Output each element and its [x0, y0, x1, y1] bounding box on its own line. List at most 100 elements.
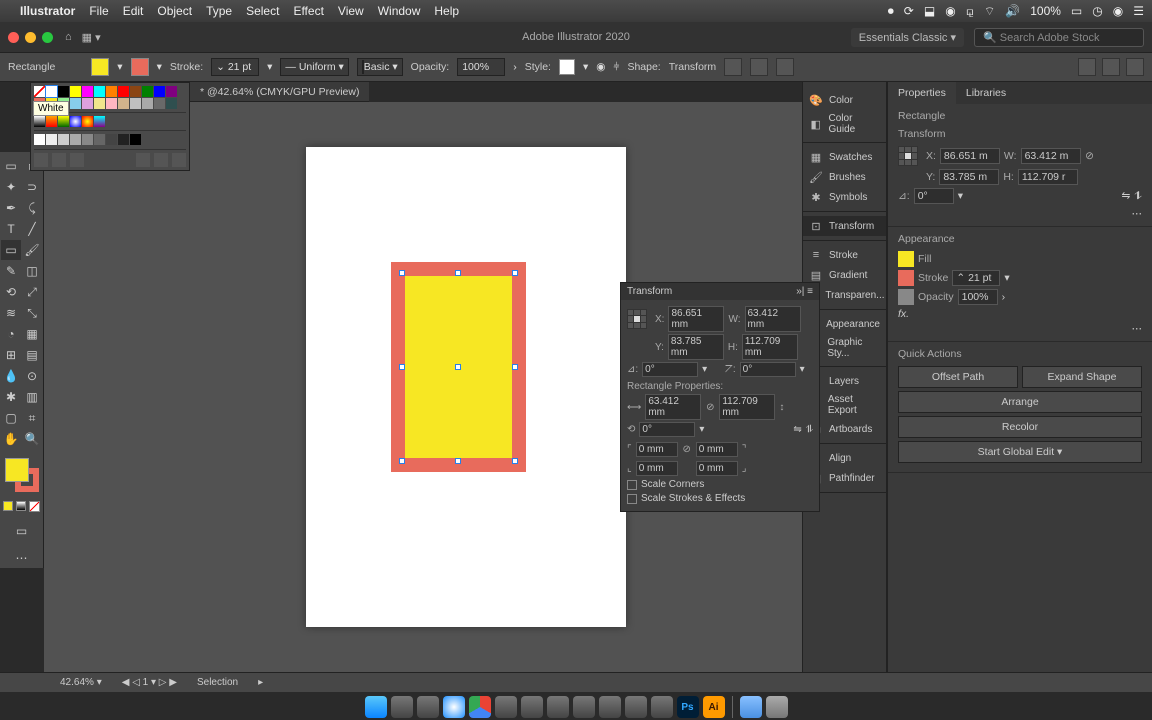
wifi-icon[interactable]: ⌔ [984, 4, 995, 19]
props-h-field[interactable]: 112.709 r [1018, 169, 1078, 185]
angle-field[interactable]: 0° [642, 362, 698, 377]
gradient-mode-icon[interactable] [16, 501, 26, 511]
prefs-icon[interactable] [1102, 58, 1120, 76]
dock-prefs-icon[interactable] [651, 696, 673, 718]
shape-builder-tool[interactable]: ◔ [1, 324, 21, 344]
props-opacity-field[interactable]: 100% [958, 289, 998, 305]
y-field[interactable]: 83.785 mm [668, 334, 724, 360]
menu-edit[interactable]: Edit [123, 4, 144, 18]
dock-brushes[interactable]: 🖌Brushes [803, 167, 886, 187]
camera-icon[interactable]: ⏺ [888, 4, 894, 19]
dock-app-icon[interactable] [625, 696, 647, 718]
dock-chrome-icon[interactable] [469, 696, 491, 718]
volume-icon[interactable]: 🔊 [1005, 4, 1020, 18]
selection-tool[interactable]: ▭ [1, 156, 21, 176]
shape-btn-label[interactable]: Shape: [627, 61, 660, 73]
swatch[interactable] [154, 86, 165, 97]
isolate-icon[interactable] [724, 58, 742, 76]
eyedropper-tool[interactable]: 💧 [1, 366, 21, 386]
swatch-group-icon[interactable] [136, 153, 150, 167]
swatch[interactable] [106, 86, 117, 97]
swatch-gradient[interactable] [94, 116, 105, 127]
workspace-dropdown[interactable]: Essentials Classic ▾ [851, 28, 964, 47]
menu-select[interactable]: Select [246, 4, 279, 18]
mesh-tool[interactable]: ⊞ [1, 345, 21, 365]
document-tab[interactable]: * @ 42.64% (CMYK/GPU Preview) [190, 82, 369, 102]
menu-effect[interactable]: Effect [293, 4, 323, 18]
scale-strokes-checkbox[interactable]: Scale Strokes & Effects [627, 493, 813, 504]
none-mode-icon[interactable] [29, 501, 40, 512]
swatch[interactable] [70, 98, 81, 109]
transform-panel-header[interactable]: Transform »| ≡ [621, 283, 819, 300]
swatch[interactable] [166, 98, 177, 109]
free-transform-tool[interactable]: ⤡ [22, 303, 42, 323]
swatch[interactable] [118, 134, 129, 145]
app-name[interactable]: Illustrator [20, 4, 75, 18]
pen-tool[interactable]: ✒ [1, 198, 21, 218]
type-tool[interactable]: T [1, 219, 21, 239]
curvature-tool[interactable]: ⤹ [22, 198, 42, 218]
crop-icon[interactable] [750, 58, 768, 76]
swatch[interactable] [118, 98, 129, 109]
flip-v-icon[interactable]: ⥮ [806, 424, 813, 435]
hand-tool[interactable]: ✋ [1, 429, 21, 449]
battery-icon[interactable]: ▭ [1071, 4, 1082, 18]
menu-file[interactable]: File [89, 4, 108, 18]
swatch-save-icon[interactable] [52, 153, 66, 167]
home-icon[interactable]: ⌂ [65, 31, 72, 43]
w-field[interactable]: 63.412 mm [745, 306, 801, 332]
swatch[interactable] [94, 98, 105, 109]
eraser-tool[interactable]: ◫ [22, 261, 42, 281]
swatch[interactable] [130, 98, 141, 109]
symbol-spray-tool[interactable]: ✱ [1, 387, 21, 407]
stroke-weight-field[interactable]: ⌄ 21 pt [211, 58, 259, 76]
maximize-icon[interactable] [42, 32, 53, 43]
swatch[interactable] [46, 134, 57, 145]
layout-icon[interactable]: ▦ ▾ [82, 31, 101, 44]
dock-app-icon[interactable] [391, 696, 413, 718]
dock-trash-icon[interactable] [766, 696, 788, 718]
swatch[interactable] [94, 86, 105, 97]
props-flip-h-icon[interactable]: ⇋ [1122, 190, 1131, 202]
qa-arrange[interactable]: Arrange [898, 391, 1142, 413]
bluetooth-icon[interactable]: ⚼ [966, 4, 974, 19]
x-field[interactable]: 86.651 mm [668, 306, 724, 332]
swatch[interactable] [82, 86, 93, 97]
swatch[interactable] [82, 98, 93, 109]
dock-stroke[interactable]: ≡Stroke [803, 245, 886, 265]
scale-tool[interactable]: ⤢ [22, 282, 42, 302]
props-ref-point[interactable] [898, 146, 918, 166]
sync-icon[interactable]: ⟳ [904, 4, 914, 18]
align-icon[interactable]: ⫩ [613, 61, 619, 74]
qa-global-edit[interactable]: Start Global Edit ▾ [898, 441, 1142, 463]
swatch[interactable] [154, 98, 165, 109]
dock-color-guide[interactable]: ◧Color Guide [803, 110, 886, 138]
dock-itunes-icon[interactable] [599, 696, 621, 718]
rotate-tool[interactable]: ⟲ [1, 282, 21, 302]
swatch[interactable] [142, 98, 153, 109]
dock-safari-icon[interactable] [443, 696, 465, 718]
qa-expand-shape[interactable]: Expand Shape [1022, 366, 1142, 388]
slice-tool[interactable]: ⌗ [22, 408, 42, 428]
reference-point[interactable] [627, 309, 647, 329]
fx-icon[interactable]: fx. [898, 308, 909, 320]
gradient-tool[interactable]: ▤ [22, 345, 42, 365]
corner-tr-field[interactable]: 0 mm [696, 442, 738, 457]
handle-center[interactable] [455, 364, 461, 370]
dock-siri-icon[interactable] [417, 696, 439, 718]
magic-wand-tool[interactable]: ✦ [1, 177, 21, 197]
dock-finder-icon[interactable] [365, 696, 387, 718]
stroke-chip[interactable] [898, 270, 914, 286]
link-icon[interactable]: ⊘ [705, 397, 715, 417]
rect-rot-field[interactable]: 0° [639, 422, 695, 437]
swatch-opts-icon[interactable] [70, 153, 84, 167]
rect-h-field[interactable]: 112.709 mm [719, 394, 775, 420]
extra-icon[interactable] [776, 58, 794, 76]
dock-swatches[interactable]: ▦Swatches [803, 147, 886, 167]
fill-swatch[interactable] [91, 58, 109, 76]
swatch[interactable] [70, 134, 81, 145]
menu-help[interactable]: Help [434, 4, 459, 18]
swatch-gradient[interactable] [58, 116, 69, 127]
handle-tc[interactable] [455, 270, 461, 276]
swatch[interactable] [58, 134, 69, 145]
